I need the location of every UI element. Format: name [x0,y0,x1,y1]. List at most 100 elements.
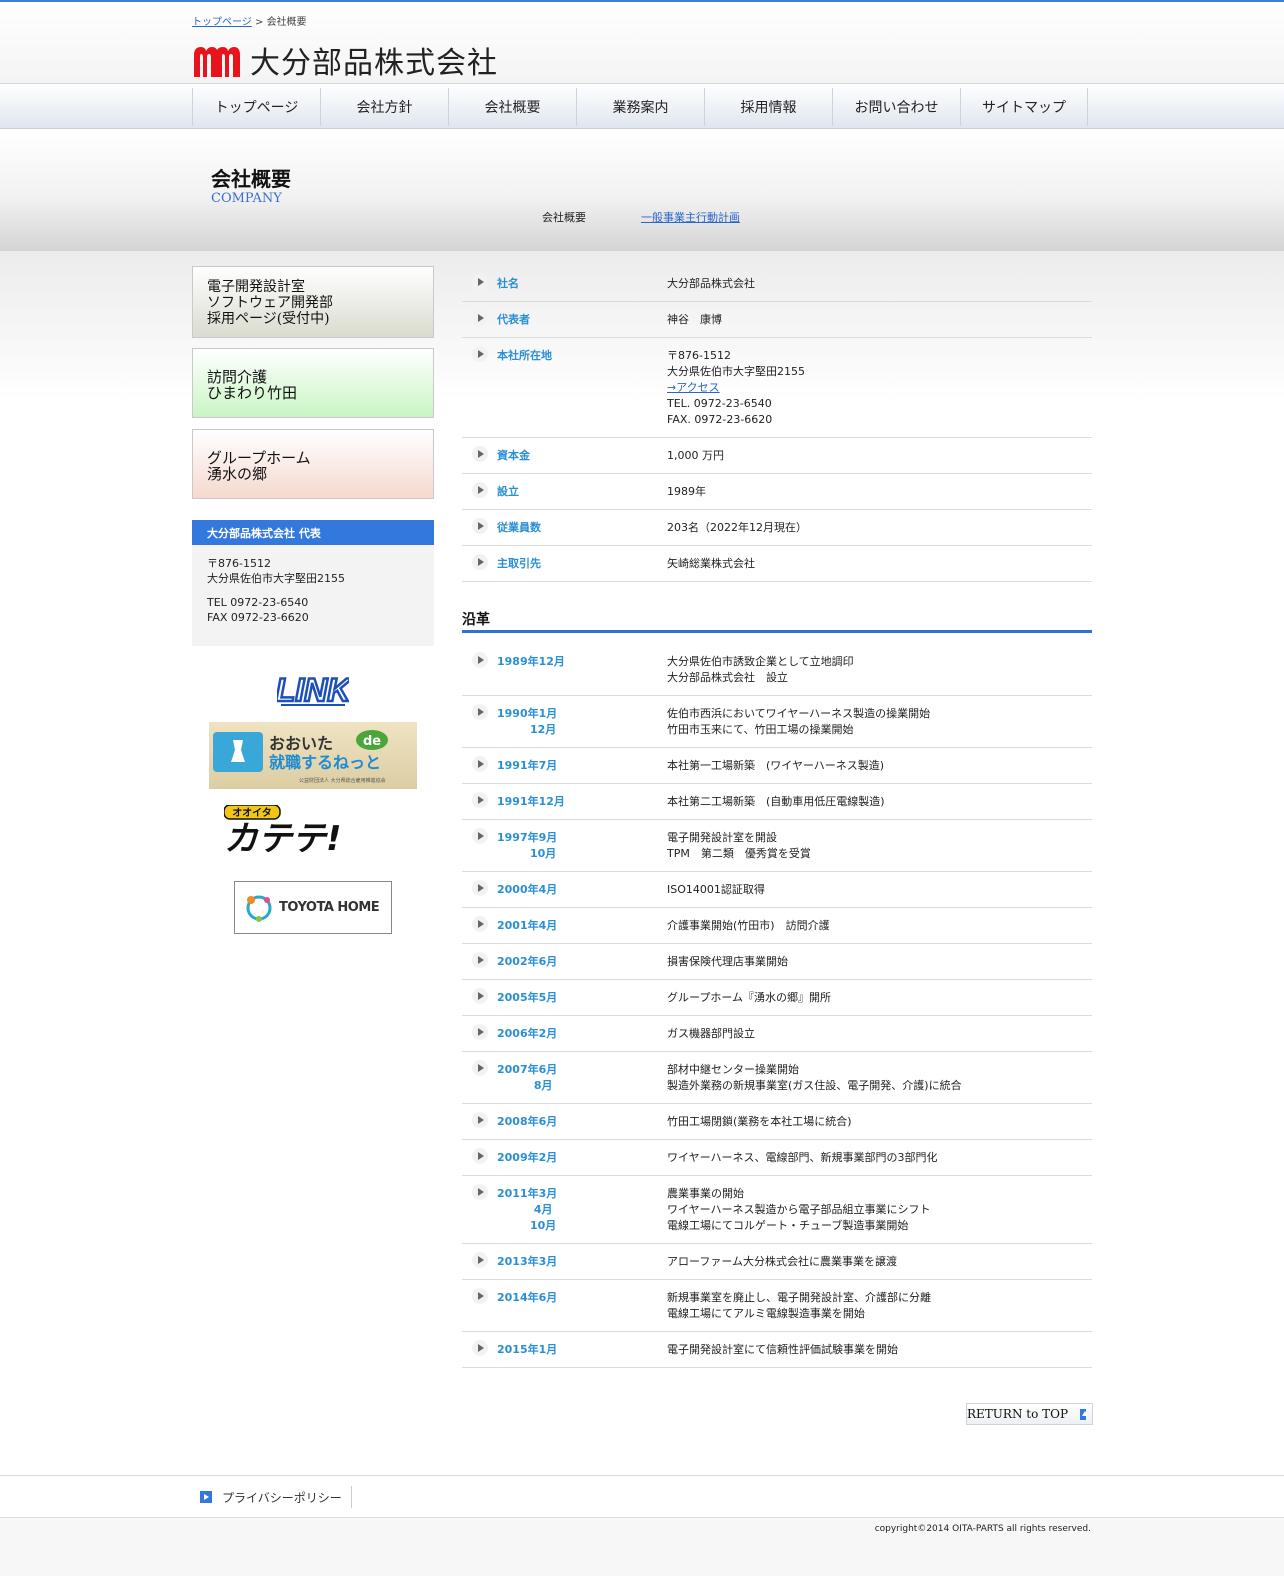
katete-small: オオイタ [232,807,272,819]
history-text: 佐伯市西浜においてワイヤーハーネス製造の操業開始 竹田市玉来にて、竹田工場の操業… [667,707,931,736]
nav-item-recruit[interactable]: 採用情報 [704,88,832,126]
nav-item-contact[interactable]: お問い合わせ [832,88,960,126]
row-arrow-icon [472,274,488,290]
row-arrow-icon [472,704,488,720]
nav-item-business[interactable]: 業務案内 [576,88,704,126]
history-row: 2009年2月 ワイヤーハーネス、電線部門、新規事業部門の3部門化 [462,1140,1092,1176]
row-arrow-icon [472,880,488,896]
row-value: 203名（2022年12月現在） [667,521,807,534]
history-date: 1997年9月 10月 [497,831,558,860]
history-date: 1991年12月 [497,795,565,808]
history-text: 農業事業の開始 ワイヤーハーネス製造から電子部品組立事業にシフト 電線工場にてコ… [667,1187,931,1232]
global-nav: トップページ 会社方針 会社概要 業務案内 採用情報 お問い合わせ サイトマップ [0,83,1284,129]
row-arrow-icon [472,652,488,668]
row-arrow-icon [472,1024,488,1040]
return-to-top-button[interactable]: RETURN to TOP [966,1403,1093,1425]
phone-fax-text: TEL. 0972-23-6540 FAX. 0972-23-6620 [667,397,773,426]
history-text: 本社第一工場新築 (ワイヤーハーネス製造) [667,759,885,772]
sidebar-banner-recruit[interactable]: 電子開発設計室 ソフトウェア開発部 採用ページ(受付中) [192,266,434,338]
row-arrow-icon [472,554,488,570]
history-row: 1991年7月 本社第一工場新築 (ワイヤーハーネス製造) [462,748,1092,784]
access-link[interactable]: →アクセス [667,381,720,394]
footer-nav: プライバシーポリシー [0,1476,1284,1518]
table-row: 主取引先 矢崎総業株式会社 [462,546,1092,582]
page-title: 会社概要 [211,167,291,191]
history-date: 1990年1月 12月 [497,707,558,736]
link-heading-text: LINK [277,672,349,708]
row-arrow-icon [472,988,488,1004]
nav-item-top[interactable]: トップページ [192,88,320,126]
contact-address: 大分県佐伯市大字堅田2155 [207,572,345,585]
table-row: 設立 1989年 [462,474,1092,510]
history-row: 2000年4月 ISO14001認証取得 [462,872,1092,908]
history-date: 2013年3月 [497,1255,558,1268]
row-value: 1,000 万円 [667,449,724,462]
history-row: 2013年3月 アローファーム大分株式会社に農業事業を譲渡 [462,1244,1092,1280]
row-label: 資本金 [497,449,530,462]
row-arrow-icon [472,482,488,498]
oita-banner-art: おおいた de 就職するねっと 公益財団法人 大分県総合雇用推進協会 [213,730,388,784]
row-arrow-icon [472,828,488,844]
table-row: 本社所在地 〒876-1512 大分県佐伯市大字堅田2155 →アクセス TEL. 0… [462,338,1092,438]
row-label: 設立 [497,485,519,498]
history-text: 大分県佐伯市誘致企業として立地調印 大分部品株式会社 設立 [667,655,854,684]
mm-logo-icon [194,47,240,77]
history-date: 2011年3月 4月 10月 [497,1187,558,1232]
table-row: 従業員数 203名（2022年12月現在） [462,510,1092,546]
row-arrow-icon [472,916,488,932]
row-label: 本社所在地 [497,349,552,362]
nav-item-policy[interactable]: 会社方針 [320,88,448,126]
history-text: ガス機器部門設立 [667,1027,755,1040]
address-text: 〒876-1512 大分県佐伯市大字堅田2155 [667,349,805,378]
history-title-rule [462,630,1092,633]
link-heading: LINK [277,672,349,708]
katete-banner[interactable]: オオイタ カテテ! [223,804,406,859]
history-date: 2001年4月 [497,919,558,932]
toyota-home-icon [246,895,272,922]
history-date: 2007年6月 8月 [497,1063,558,1092]
history-date: 2014年6月 [497,1291,558,1304]
breadcrumb-home-link[interactable]: トップページ [192,17,252,28]
table-row: 資本金 1,000 万円 [462,438,1092,474]
row-value: 大分部品株式会社 [667,277,755,290]
subnav-action-plan-link[interactable]: 一般事業主行動計画 [641,209,740,225]
history-text: 電子開発設計室にて信頼性評価試験事業を開始 [667,1343,898,1356]
katete-banner-art: オオイタ カテテ! [223,804,342,859]
row-arrow-icon [472,1340,488,1356]
history-title: 沿革 [462,612,490,628]
company-info-table: 社名 大分部品株式会社 代表者 神谷 康博 本社所在地 〒876-1512 大分県佐伯… [462,266,1092,582]
history-date: 2009年2月 [497,1151,558,1164]
history-row: 2006年2月 ガス機器部門設立 [462,1016,1092,1052]
history-row: 2015年1月 電子開発設計室にて信頼性評価試験事業を開始 [462,1332,1092,1368]
nav-item-company[interactable]: 会社概要 [448,88,576,126]
subnav-current: 会社概要 [542,211,586,224]
page-subtitle: COMPANY [211,191,282,206]
history-row: 2001年4月 介護事業開始(竹田市) 訪問介護 [462,908,1092,944]
contact-postal: 〒876-1512 [207,557,271,570]
history-text: 介護事業開始(竹田市) 訪問介護 [667,919,830,932]
oita-banner-sub: 就職するねっと [269,753,381,772]
toyota-home-banner[interactable]: TOYOTA HOME [234,881,392,934]
breadcrumb: トップページ > 会社概要 [192,13,307,28]
history-row: 2014年6月 新規事業室を廃止し、電子開発設計室、介護部に分離 電線工場にてアル… [462,1280,1092,1332]
history-text: ISO14001認証取得 [667,883,765,896]
history-row: 1989年12月 大分県佐伯市誘致企業として立地調印 大分部品株式会社 設立 [462,644,1092,696]
history-date: 2000年4月 [497,883,558,896]
arrow-up-icon [1080,1408,1088,1420]
privacy-policy-label: プライバシーポリシー [222,1490,342,1505]
return-to-top-label: RETURN to TOP [967,1407,1069,1421]
row-arrow-icon [472,792,488,808]
history-row: 1997年9月 10月 電子開発設計室を開設 TPM 第二類 優秀賞を受賞 [462,820,1092,872]
oita-job-net-banner[interactable]: おおいた de 就職するねっと 公益財団法人 大分県総合雇用推進協会 [209,722,417,789]
site-logo[interactable]: 大分部品株式会社 [192,38,498,82]
row-arrow-icon [472,346,488,362]
sidebar-banner-group-home[interactable]: グループホーム 湧水の郷 [192,429,434,499]
nav-item-sitemap[interactable]: サイトマップ [960,88,1088,126]
sidebar-banner-home-care[interactable]: 訪問介護 ひまわり竹田 [192,348,434,418]
privacy-policy-link[interactable]: プライバシーポリシー [200,1486,352,1508]
row-arrow-icon [472,1148,488,1164]
table-row: 社名 大分部品株式会社 [462,266,1092,302]
table-row: 代表者 神谷 康博 [462,302,1092,338]
history-date: 2005年5月 [497,991,558,1004]
history-row: 2008年6月 竹田工場閉鎖(業務を本社工場に統合) [462,1104,1092,1140]
